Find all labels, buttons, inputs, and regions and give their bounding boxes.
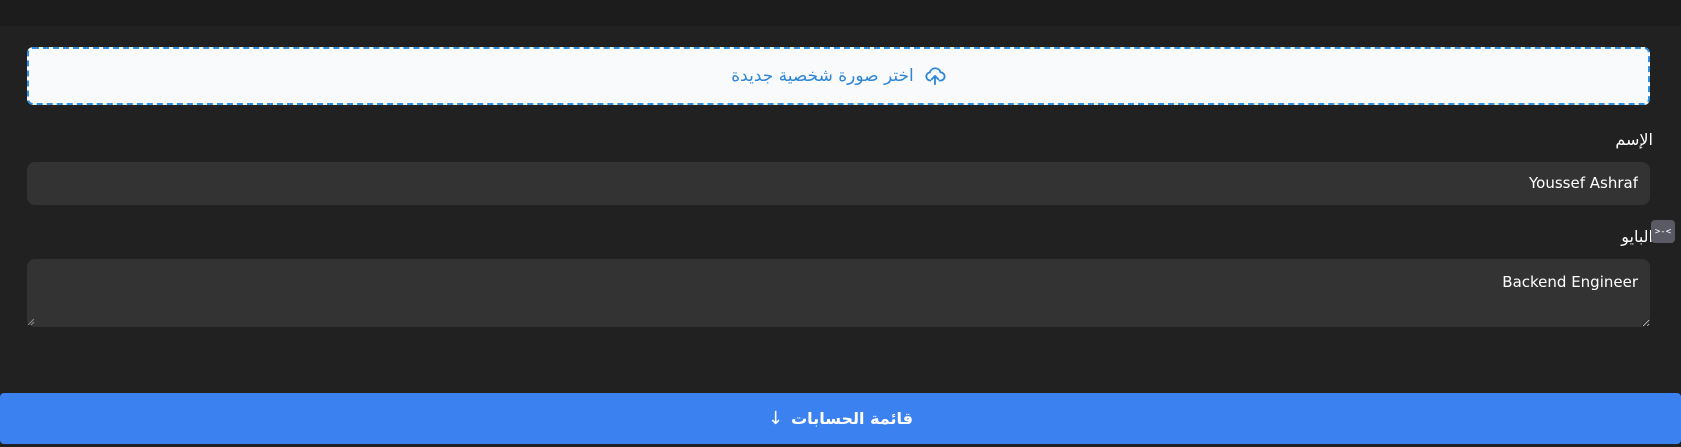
bio-textarea[interactable]: Backend Engineer [27, 259, 1650, 327]
accounts-list-label: قائمة الحسابات [791, 409, 913, 428]
name-input[interactable] [27, 162, 1650, 205]
cloud-upload-icon [924, 65, 946, 87]
profile-photo-upload[interactable]: اختر صورة شخصية جديدة [27, 47, 1650, 105]
extension-icon[interactable]: >-< [1651, 220, 1675, 243]
accounts-list-button[interactable]: قائمة الحسابات ↓ [0, 393, 1681, 444]
top-bar [0, 0, 1681, 26]
bio-label: البايو [1621, 227, 1653, 246]
name-label: الإسم [1615, 130, 1653, 149]
arrow-down-icon: ↓ [768, 408, 784, 429]
resize-handle-icon[interactable] [27, 318, 35, 326]
upload-label: اختر صورة شخصية جديدة [731, 66, 914, 86]
